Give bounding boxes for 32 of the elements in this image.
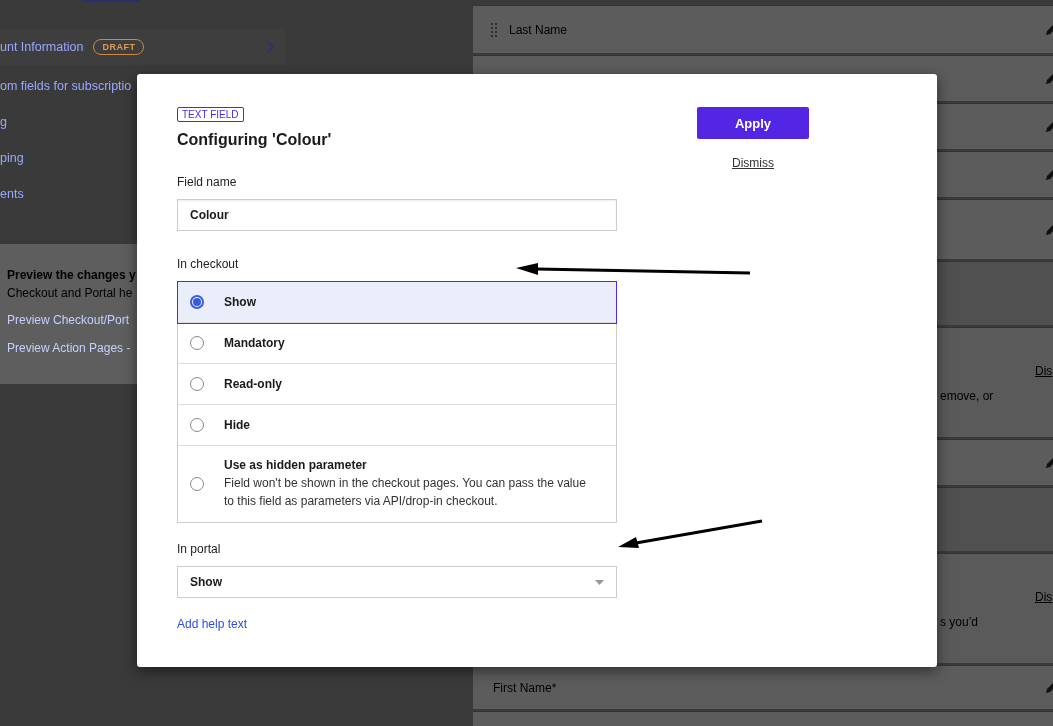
option-label: Use as hidden parameter (224, 458, 368, 472)
radio-option[interactable]: Mandatory (178, 323, 616, 364)
option-description: Field won't be shown in the checkout pages. You can pass the value to this field as parameters via API/drop-in checkout. (224, 475, 587, 510)
field-label: In portal (177, 542, 221, 556)
section-text: s you’d (940, 615, 979, 629)
text-input[interactable]: Colour (177, 199, 617, 231)
option-label: Show (224, 295, 256, 309)
apply-button[interactable]: Apply (697, 107, 809, 139)
field-type-tag: TEXT FIELD (177, 107, 244, 122)
option-label: Hide (224, 418, 250, 432)
nav-link[interactable]: ents (0, 187, 24, 201)
preview-heading: Preview the changes y (7, 268, 137, 282)
section-text: emove, or (940, 389, 994, 403)
radio-option[interactable]: Use as hidden parameter Field won't be shown in the checkout pages. You can pass the value to this field as parameters via API/drop-in checkout. (178, 446, 616, 522)
dialog-title: Configuring 'Colour' (177, 131, 332, 149)
help-link[interactable]: Add help text (177, 617, 248, 631)
field-label: In checkout (177, 257, 239, 271)
dropdown[interactable]: Show (177, 566, 617, 598)
nav-link[interactable]: unt Information (0, 40, 84, 54)
radio-option[interactable]: Read-only (178, 364, 616, 405)
nav-link[interactable]: om fields for subscriptio (0, 79, 132, 93)
nav-link[interactable]: g (0, 115, 7, 129)
field-label: First Name* (493, 680, 557, 695)
radio-option[interactable]: Show (178, 282, 616, 323)
preview-text: Checkout and Portal he (7, 286, 134, 300)
radio-option[interactable]: Hide (178, 405, 616, 446)
nav-link[interactable]: ping (0, 151, 24, 165)
option-label: Mandatory (224, 336, 285, 350)
option-label: Read-only (224, 377, 282, 391)
dismiss-link[interactable]: Dismiss (732, 156, 774, 170)
field-label: Last Name (509, 22, 568, 37)
field-label: Field name (177, 175, 237, 189)
